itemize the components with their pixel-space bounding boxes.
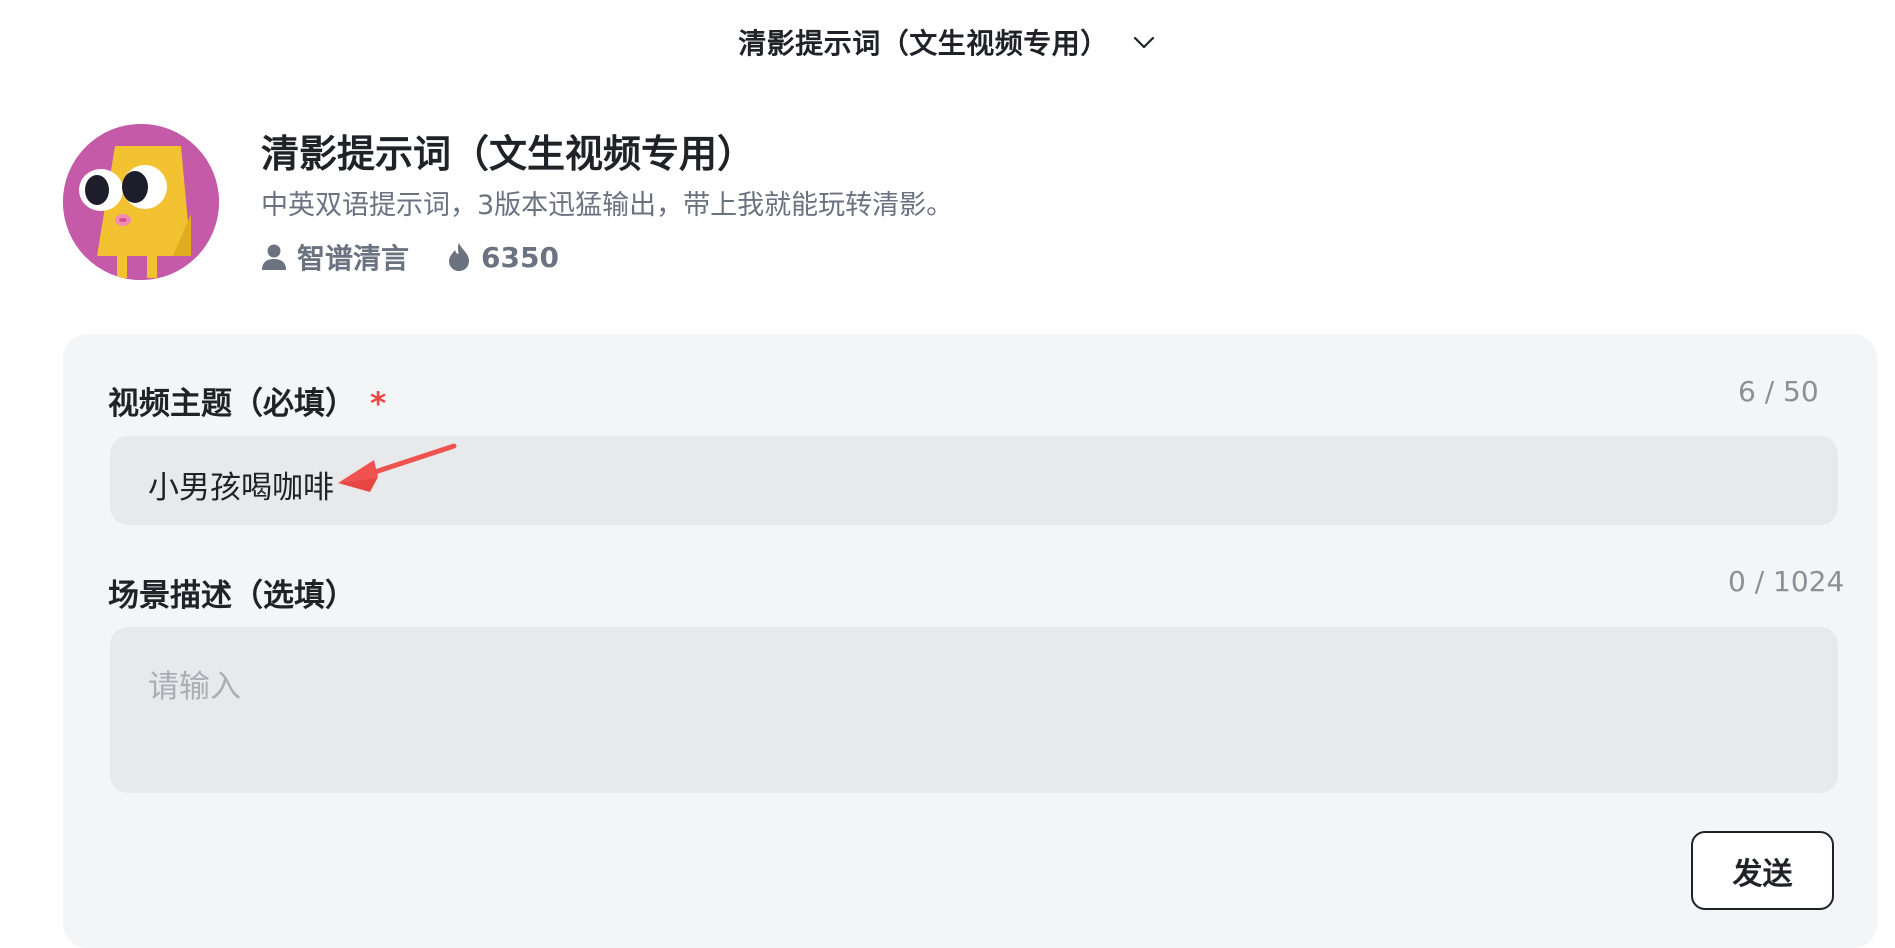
topic-label-text: 视频主题（必填） [108, 386, 356, 422]
agent-info: 清影提示词（文生视频专用） 中英双语提示词，3版本迅猛输出，带上我就能玩转清影。… [261, 124, 953, 280]
agent-author: 智谱清言 [261, 237, 409, 277]
required-mark: * [370, 386, 387, 422]
send-button[interactable]: 发送 [1691, 831, 1834, 910]
red-arrow-annotation [338, 443, 457, 492]
topic-input-value: 小男孩喝咖啡 [148, 470, 334, 506]
agent-header: 清影提示词（文生视频专用） 中英双语提示词，3版本迅猛输出，带上我就能玩转清影。… [63, 124, 953, 280]
agent-description: 中英双语提示词，3版本迅猛输出，带上我就能玩转清影。 [261, 190, 954, 221]
scene-counter: 0 / 1024 [1728, 565, 1845, 598]
top-bar: 清影提示词（文生视频专用） [0, 0, 1895, 84]
scene-placeholder: 请输入 [148, 669, 241, 705]
user-icon [261, 243, 287, 271]
topic-label: 视频主题（必填） * [108, 378, 386, 423]
scene-textarea[interactable]: 请输入 [110, 627, 1838, 793]
author-name: 智谱清言 [297, 242, 410, 275]
agent-heat: 6350 [447, 241, 559, 274]
top-bar-title: 清影提示词（文生视频专用） [738, 27, 1109, 60]
heat-count: 6350 [481, 240, 559, 274]
chevron-down-icon[interactable] [1131, 29, 1157, 55]
agent-meta: 智谱清言 6350 [261, 237, 953, 277]
scene-label: 场景描述（选填） [108, 578, 356, 614]
topic-counter: 6 / 50 [1738, 375, 1819, 408]
agent-switcher[interactable]: 清影提示词（文生视频专用） [738, 22, 1157, 62]
agent-avatar [63, 124, 219, 280]
agent-name: 清影提示词（文生视频专用） [261, 132, 756, 176]
flame-icon [447, 242, 471, 272]
